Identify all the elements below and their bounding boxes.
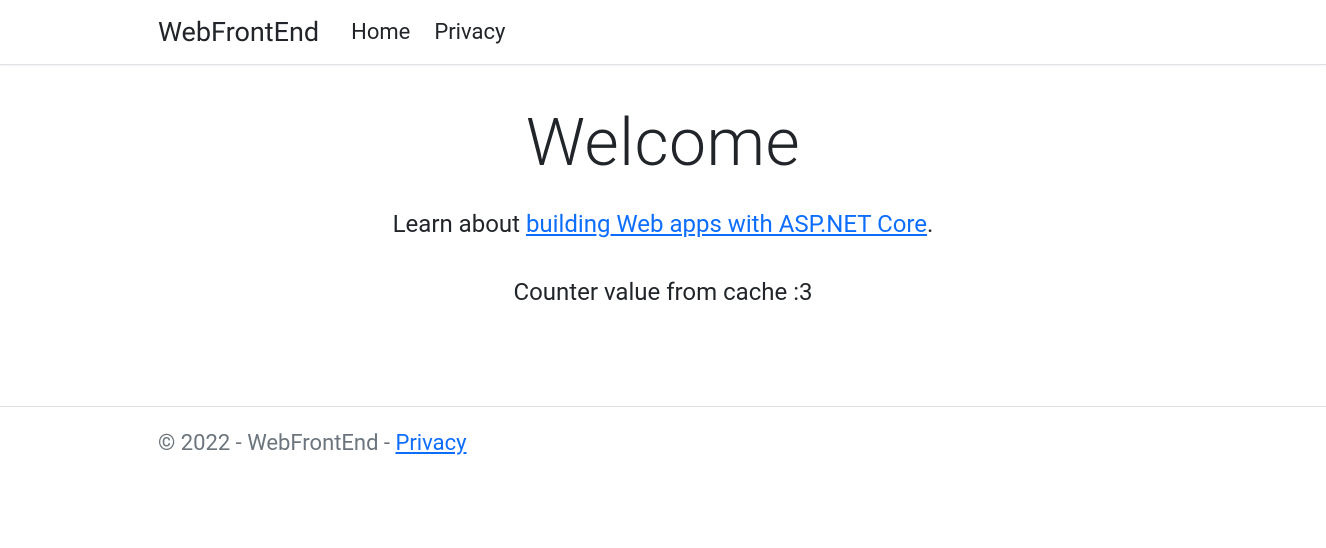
learn-suffix: . (927, 210, 933, 238)
counter-paragraph: Counter value from cache :3 (20, 278, 1306, 306)
brand-link[interactable]: WebFrontEnd (158, 16, 319, 48)
nav-link-home[interactable]: Home (351, 20, 410, 45)
navbar: WebFrontEnd Home Privacy (0, 0, 1326, 65)
page-title: Welcome (20, 105, 1306, 182)
counter-value: 3 (799, 278, 813, 306)
copyright-text: © 2022 - WebFrontEnd - (158, 431, 395, 456)
learn-link[interactable]: building Web apps with ASP.NET Core (526, 210, 927, 238)
footer: © 2022 - WebFrontEnd - Privacy (0, 406, 1326, 480)
main-content: Welcome Learn about building Web apps wi… (0, 65, 1326, 366)
learn-paragraph: Learn about building Web apps with ASP.N… (20, 210, 1306, 238)
footer-privacy-link[interactable]: Privacy (395, 431, 466, 456)
nav-link-privacy[interactable]: Privacy (434, 20, 505, 45)
counter-label: Counter value from cache : (513, 278, 799, 306)
learn-prefix: Learn about (393, 210, 526, 238)
footer-text: © 2022 - WebFrontEnd - Privacy (158, 431, 1168, 456)
nav-links: Home Privacy (351, 20, 505, 45)
